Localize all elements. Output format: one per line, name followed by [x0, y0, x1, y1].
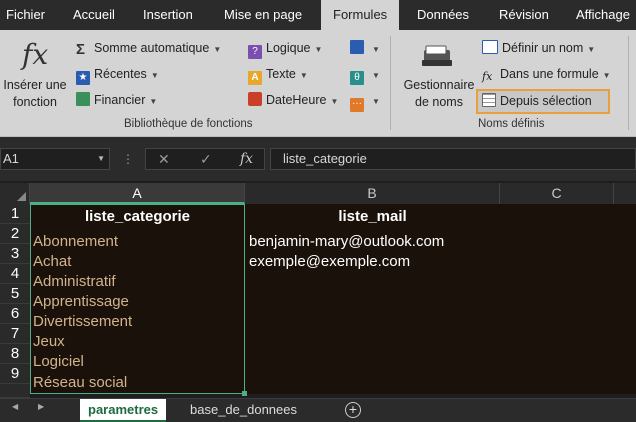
chevron-down-icon: ▼ — [372, 71, 380, 80]
autosum-button[interactable]: Σ Somme automatique ▼ — [76, 40, 221, 58]
lookup-functions-button[interactable]: ▼ — [350, 40, 380, 58]
cell-a5[interactable]: Apprentissage — [33, 292, 129, 312]
row-header[interactable] — [0, 384, 30, 398]
select-all-triangle-icon — [17, 192, 26, 201]
cell-a7[interactable]: Jeux — [33, 332, 65, 352]
theta-icon: θ — [350, 71, 364, 85]
logical-question-icon: ? — [248, 45, 262, 59]
name-manager-icon[interactable] — [420, 44, 456, 70]
enter-check-icon[interactable]: ✓ — [200, 148, 212, 170]
add-sheet-icon[interactable]: + — [345, 402, 361, 418]
use-in-formula-button[interactable]: fx Dans une formule ▼ — [482, 66, 611, 84]
chevron-down-icon: ▼ — [372, 45, 380, 54]
cell-a4[interactable]: Administratif — [33, 272, 116, 292]
chevron-down-icon: ▼ — [314, 45, 323, 54]
scroll-right-icon[interactable]: ▶ — [38, 402, 44, 411]
financial-functions-button[interactable]: Financier ▼ — [76, 92, 157, 110]
chevron-down-icon: ▼ — [372, 97, 380, 106]
column-header-b[interactable]: B — [245, 183, 500, 204]
tab-insertion[interactable]: Insertion — [143, 0, 193, 30]
create-from-selection-button[interactable]: Depuis sélection — [482, 93, 592, 109]
chevron-down-icon: ▼ — [330, 97, 339, 106]
ribbon-tabs: Fichier Accueil Insertion Mise en page F… — [0, 0, 636, 30]
tab-fichier[interactable]: Fichier — [6, 0, 45, 30]
financial-book-icon — [76, 92, 90, 106]
insert-function-icon[interactable]: fx — [22, 38, 48, 71]
row-header[interactable]: 3 — [0, 244, 30, 264]
cancel-icon[interactable]: ✕ — [158, 148, 170, 170]
chevron-down-icon: ▼ — [213, 45, 222, 54]
sheet-tab-base-de-donnees[interactable]: base_de_donnees — [182, 399, 305, 422]
row-header[interactable]: 9 — [0, 364, 30, 384]
tab-accueil[interactable]: Accueil — [73, 0, 115, 30]
tab-affichage[interactable]: Affichage — [576, 0, 630, 30]
tab-mise-en-page[interactable]: Mise en page — [224, 0, 302, 30]
chevron-down-icon: ▼ — [150, 71, 159, 80]
group-separator — [628, 36, 629, 130]
chevron-down-icon: ▼ — [149, 97, 158, 106]
clock-icon — [248, 92, 262, 106]
group-separator — [390, 36, 391, 130]
text-a-icon: A — [248, 71, 262, 85]
star-icon: ★ — [76, 71, 90, 85]
chevron-down-icon[interactable]: ▼ — [97, 149, 105, 169]
more-functions-button[interactable]: ··· ▼ — [350, 92, 380, 112]
cell-b2[interactable]: benjamin-mary@outlook.com — [249, 232, 444, 252]
cell-a6[interactable]: Divertissement — [33, 312, 132, 332]
fill-handle[interactable] — [242, 391, 247, 396]
column-header-a[interactable]: A — [30, 183, 245, 204]
cell-b3[interactable]: exemple@exemple.com — [249, 252, 410, 272]
cell-a2[interactable]: Abonnement — [33, 232, 118, 252]
more-dots-icon: ··· — [350, 98, 364, 112]
more-options-icon[interactable]: ⋮ — [122, 148, 134, 170]
sigma-icon: Σ — [76, 41, 86, 58]
name-manager-button[interactable]: Gestionnaire de noms — [396, 77, 482, 111]
row-header[interactable]: 1 — [0, 204, 30, 224]
row-header[interactable]: 6 — [0, 304, 30, 324]
row-header[interactable]: 2 — [0, 224, 30, 244]
row-header[interactable]: 4 — [0, 264, 30, 284]
scroll-left-icon[interactable]: ◀ — [12, 402, 18, 411]
cell-a9[interactable]: Réseau social — [33, 373, 127, 393]
chevron-down-icon: ▼ — [587, 45, 596, 54]
datetime-functions-button[interactable]: DateHeure ▼ — [248, 92, 338, 110]
logical-functions-button[interactable]: ? Logique ▼ — [248, 40, 322, 59]
recent-functions-button[interactable]: ★ Récentes ▼ — [76, 66, 159, 85]
column-header-d[interactable] — [614, 183, 636, 204]
function-library-group-label: Bibliothèque de fonctions — [124, 118, 253, 130]
ribbon: fx Insérer une fonction Σ Somme automatiq… — [0, 30, 636, 137]
tab-revision[interactable]: Révision — [499, 0, 549, 30]
fx-small-icon: fx — [482, 70, 493, 83]
formula-input[interactable]: liste_categorie — [270, 148, 636, 170]
defined-names-group-label: Noms définis — [478, 118, 545, 130]
tab-formules[interactable]: Formules — [321, 0, 400, 30]
row-header[interactable]: 8 — [0, 344, 30, 364]
sheet-tab-parametres[interactable]: parametres — [80, 399, 167, 422]
column-header-c[interactable]: C — [500, 183, 614, 204]
text-functions-button[interactable]: A Texte ▼ — [248, 66, 308, 85]
cell-a8[interactable]: Logiciel — [33, 352, 84, 372]
select-all-corner[interactable] — [0, 183, 30, 204]
cell-a3[interactable]: Achat — [33, 252, 71, 272]
tab-donnees[interactable]: Données — [417, 0, 469, 30]
row-header[interactable]: 7 — [0, 324, 30, 344]
chevron-down-icon: ▼ — [602, 71, 611, 80]
tag-icon — [482, 40, 498, 54]
table-grid-icon — [482, 93, 496, 107]
cell-b1[interactable]: liste_mail — [245, 207, 500, 227]
define-name-button[interactable]: Définir un nom ▼ — [482, 40, 595, 58]
math-functions-button[interactable]: θ ▼ — [350, 66, 380, 85]
chevron-down-icon: ▼ — [299, 71, 308, 80]
cell-a1[interactable]: liste_categorie — [30, 207, 245, 227]
row-header[interactable]: 5 — [0, 284, 30, 304]
name-box[interactable]: A1 ▼ — [0, 148, 110, 170]
insert-function-fx-icon[interactable]: fx — [240, 148, 253, 170]
lookup-magnifier-icon — [350, 40, 364, 54]
insert-function-button[interactable]: Insérer une fonction — [0, 77, 70, 111]
